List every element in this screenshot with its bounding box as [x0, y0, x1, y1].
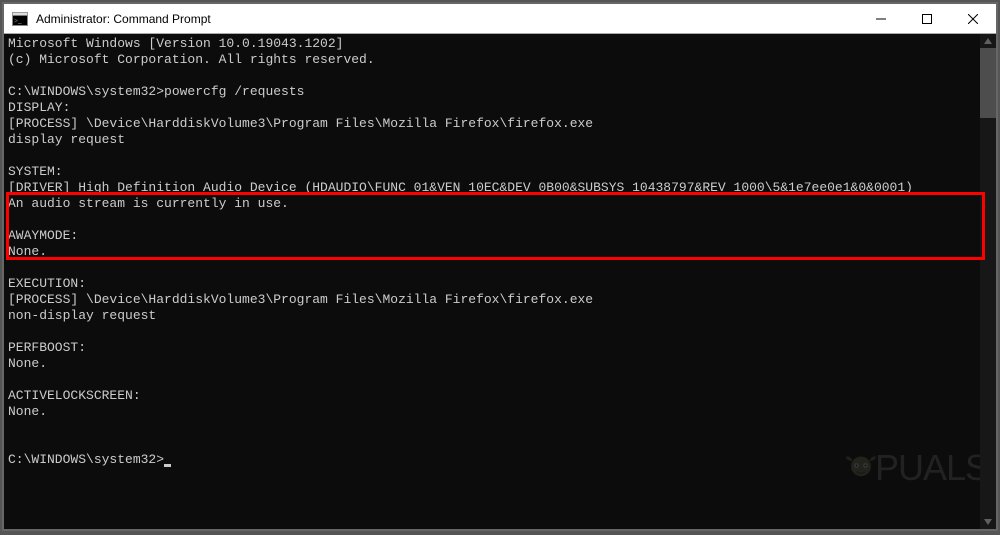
output-line: non-display request [8, 308, 156, 323]
output-line: SYSTEM: [8, 164, 63, 179]
output-line: None. [8, 244, 47, 259]
output-line: [PROCESS] \Device\HarddiskVolume3\Progra… [8, 116, 593, 131]
output-line: None. [8, 356, 47, 371]
window-title: Administrator: Command Prompt [36, 12, 858, 26]
close-button[interactable] [950, 4, 996, 33]
output-line: [PROCESS] \Device\HarddiskVolume3\Progra… [8, 292, 593, 307]
maximize-button[interactable] [904, 4, 950, 33]
cmd-icon: >_ [12, 11, 28, 27]
output-line: AWAYMODE: [8, 228, 78, 243]
titlebar[interactable]: >_ Administrator: Command Prompt [4, 4, 996, 34]
output-line: [DRIVER] High Definition Audio Device (H… [8, 180, 913, 195]
cursor [164, 464, 171, 467]
command-prompt-window: >_ Administrator: Command Prompt [4, 4, 996, 529]
prompt-line: C:\WINDOWS\system32>powercfg /requests [8, 84, 304, 99]
output-line: display request [8, 132, 125, 147]
output-line: ACTIVELOCKSCREEN: [8, 388, 141, 403]
svg-text:>_: >_ [14, 17, 22, 25]
window-controls [858, 4, 996, 33]
console-output: Microsoft Windows [Version 10.0.19043.12… [4, 34, 996, 470]
output-line: None. [8, 404, 47, 419]
output-line: PERFBOOST: [8, 340, 86, 355]
scroll-down-icon[interactable] [980, 515, 996, 529]
output-line: EXECUTION: [8, 276, 86, 291]
output-line: (c) Microsoft Corporation. All rights re… [8, 52, 375, 67]
output-line: DISPLAY: [8, 100, 70, 115]
minimize-button[interactable] [858, 4, 904, 33]
output-line: Microsoft Windows [Version 10.0.19043.12… [8, 36, 343, 51]
output-line: An audio stream is currently in use. [8, 196, 289, 211]
console-body[interactable]: PUALS Microsoft Windows [Version 10.0.19… [4, 34, 996, 529]
prompt-line: C:\WINDOWS\system32> [8, 452, 164, 467]
